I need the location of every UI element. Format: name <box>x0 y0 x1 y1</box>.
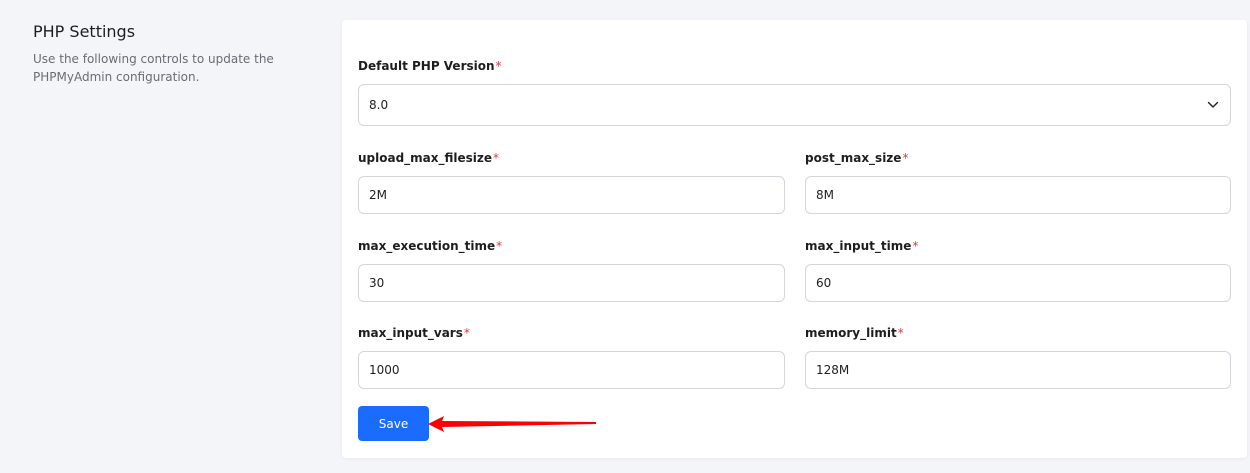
required-marker: * <box>495 59 502 73</box>
php-version-select[interactable]: 8.0 <box>358 84 1231 126</box>
save-button[interactable]: Save <box>358 406 429 441</box>
page: PHP Settings Use the following controls … <box>0 0 1250 473</box>
memory-limit-label-text: memory_limit <box>805 326 897 340</box>
php-version-label-text: Default PHP Version <box>358 59 495 73</box>
section-title: PHP Settings <box>33 22 136 41</box>
required-marker: * <box>897 326 904 340</box>
max-input-vars-value: 1000 <box>369 363 400 377</box>
memory-limit-label: memory_limit* <box>805 325 904 341</box>
max-execution-time-label-text: max_execution_time <box>358 239 496 253</box>
max-input-time-value: 60 <box>816 276 832 290</box>
php-version-value: 8.0 <box>369 98 389 112</box>
post-max-size-value: 8M <box>816 188 834 202</box>
max-input-time-label: max_input_time* <box>805 238 918 254</box>
required-marker: * <box>902 151 909 165</box>
chevron-down-icon <box>1206 98 1220 112</box>
section-description: Use the following controls to update the… <box>33 52 274 84</box>
max-input-time-input[interactable]: 60 <box>805 264 1231 302</box>
max-input-time-label-text: max_input_time <box>805 239 912 253</box>
red-arrow-icon <box>428 416 596 432</box>
required-marker: * <box>463 326 470 340</box>
memory-limit-input[interactable]: 128M <box>805 351 1231 389</box>
max-execution-time-label: max_execution_time* <box>358 238 502 254</box>
php-settings-card: Default PHP Version* 8.0 upload_max_file… <box>342 20 1247 458</box>
post-max-size-label-text: post_max_size <box>805 151 902 165</box>
php-version-label: Default PHP Version* <box>358 58 502 74</box>
max-execution-time-input[interactable]: 30 <box>358 264 785 302</box>
memory-limit-value: 128M <box>816 363 850 377</box>
post-max-size-input[interactable]: 8M <box>805 176 1231 214</box>
upload-max-filesize-value: 2M <box>369 188 387 202</box>
required-marker: * <box>493 151 500 165</box>
required-marker: * <box>496 239 503 253</box>
max-input-vars-label-text: max_input_vars <box>358 326 463 340</box>
max-execution-time-value: 30 <box>369 276 385 290</box>
upload-max-filesize-label: upload_max_filesize* <box>358 150 499 166</box>
required-marker: * <box>912 239 919 253</box>
upload-max-filesize-input[interactable]: 2M <box>358 176 785 214</box>
max-input-vars-label: max_input_vars* <box>358 325 470 341</box>
section-intro: PHP Settings Use the following controls … <box>33 22 323 86</box>
upload-max-filesize-label-text: upload_max_filesize <box>358 151 493 165</box>
max-input-vars-input[interactable]: 1000 <box>358 351 785 389</box>
post-max-size-label: post_max_size* <box>805 150 908 166</box>
